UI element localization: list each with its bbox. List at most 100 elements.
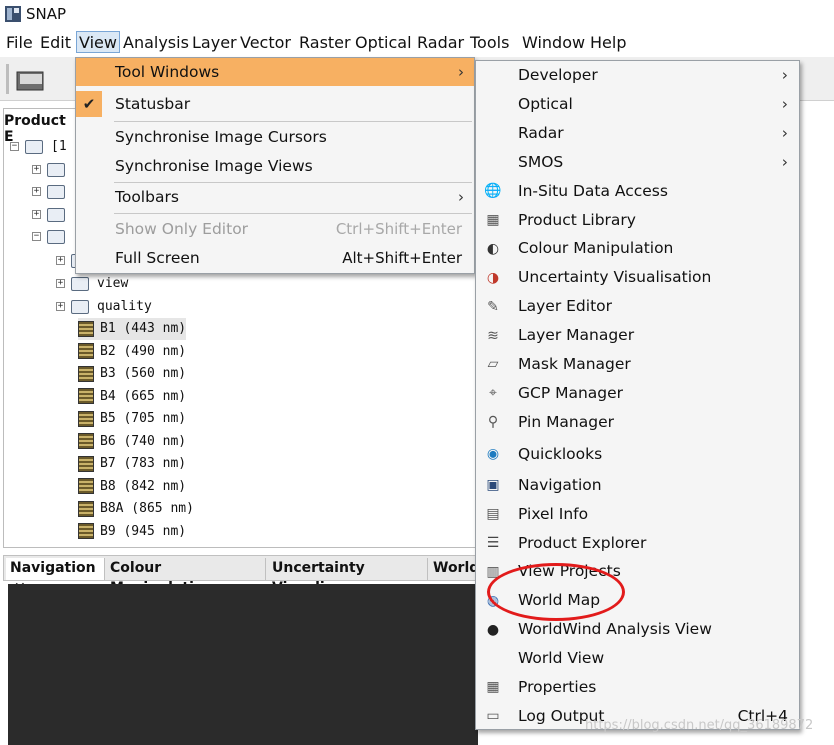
tree-folder-quality[interactable]: + quality [56, 296, 152, 318]
menu-item-label: Tool Windows [115, 63, 220, 81]
tab-colour-manipulation[interactable]: Colour Manipulation [106, 558, 266, 596]
band-icon [78, 455, 94, 472]
menu-item-navigation[interactable]: ▣ Navigation [476, 471, 798, 500]
menu-accelerator: Ctrl+Shift+Enter [335, 220, 462, 238]
pixel-info-icon: ▤ [486, 506, 500, 523]
band-node[interactable]: B8A (865 nm) [78, 498, 194, 520]
band-node[interactable]: B2 (490 nm) [78, 341, 186, 363]
menu-item-pin-manager[interactable]: ⚲ Pin Manager [476, 408, 798, 437]
menu-item-tool-windows[interactable]: Tool Windows › [76, 58, 474, 86]
menu-item-optical[interactable]: Optical › [476, 90, 798, 119]
menu-layer[interactable]: Layer [190, 32, 239, 54]
folder-open-icon [47, 229, 65, 244]
band-icon [78, 478, 94, 494]
navigation-canvas[interactable] [8, 584, 478, 745]
band-node[interactable]: B1 (443 nm) [78, 318, 187, 340]
menu-item-smos[interactable]: SMOS › [476, 148, 798, 177]
tree-folder-view[interactable]: + view [56, 273, 128, 295]
submenu-arrow-icon: › [458, 188, 464, 206]
expand-icon[interactable]: + [56, 279, 65, 288]
menu-item-statusbar[interactable]: Statusbar [76, 90, 474, 118]
band-node[interactable]: B7 (783 nm) [78, 453, 186, 475]
menu-file[interactable]: File [4, 32, 35, 54]
menu-item-radar[interactable]: Radar › [476, 119, 798, 148]
menu-item-label: Pixel Info [518, 504, 589, 523]
tree-folder-expanded[interactable]: − [32, 226, 73, 248]
expand-icon[interactable]: + [32, 210, 41, 219]
folder-label: quality [97, 299, 152, 314]
menu-item-product-library[interactable]: ▦ Product Library [476, 206, 798, 235]
menu-item-in-situ-data-access[interactable]: 🌐 In-Situ Data Access [476, 177, 798, 206]
menu-vector[interactable]: Vector [238, 32, 293, 54]
menu-item-label: Developer [518, 66, 598, 84]
menu-optical[interactable]: Optical [353, 32, 414, 54]
menu-item-full-screen[interactable]: Full Screen Alt+Shift+Enter [76, 244, 474, 272]
menu-item-label: Product Library [518, 210, 636, 229]
tab-navigation[interactable]: Navigation ✕ [6, 558, 105, 596]
product-icon [25, 139, 43, 154]
band-label: B9 (945 nm) [100, 523, 187, 539]
toolbar-grip-and-open-icon[interactable] [5, 62, 53, 96]
menu-item-quicklooks[interactable]: ◉ Quicklooks [476, 437, 798, 471]
menu-window[interactable]: Window [520, 32, 587, 54]
colour-icon: ◐ [486, 240, 500, 257]
menu-item-worldwind-analysis-view[interactable]: ● WorldWind Analysis View [476, 615, 798, 644]
tab-product-explorer[interactable]: Product E [4, 113, 78, 145]
menu-item-label: Show Only Editor [115, 220, 249, 238]
tree-folder-collapsed[interactable]: + [32, 204, 73, 226]
menu-item-pixel-info[interactable]: ▤ Pixel Info [476, 500, 798, 529]
snap-app-icon [5, 6, 21, 22]
menu-item-world-view[interactable]: World View [476, 644, 798, 673]
band-node[interactable]: B9 (945 nm) [78, 521, 186, 543]
layer-editor-icon: ✎ [487, 298, 499, 315]
band-node[interactable]: B4 (665 nm) [78, 386, 186, 408]
menu-item-properties[interactable]: ▦ Properties [476, 673, 798, 702]
submenu-arrow-icon: › [458, 63, 464, 81]
menu-item-gcp-manager[interactable]: ⌖ GCP Manager [476, 379, 798, 408]
band-icon [78, 388, 94, 404]
menu-item-mask-manager[interactable]: ▱ Mask Manager [476, 350, 798, 379]
menu-item-label: Toolbars [115, 188, 179, 206]
expand-icon[interactable]: + [32, 187, 41, 196]
expand-icon[interactable]: + [56, 256, 65, 265]
globe-icon: 🌐 [484, 183, 502, 200]
band-node[interactable]: B5 (705 nm) [78, 408, 186, 430]
eye-icon: ◉ [486, 445, 500, 462]
band-icon [78, 433, 94, 449]
tab-uncertainty-visualisation[interactable]: Uncertainty Visualis··· [268, 558, 428, 596]
expand-icon[interactable]: + [56, 302, 65, 311]
menu-item-uncertainty-visualisation[interactable]: ◑ Uncertainty Visualisation [476, 263, 798, 292]
tab-world[interactable]: World [429, 558, 479, 580]
menu-analysis[interactable]: Analysis [121, 32, 191, 54]
menu-help[interactable]: Help [588, 32, 628, 54]
tree-folder-collapsed[interactable]: + [32, 181, 73, 203]
band-node[interactable]: B8 (842 nm) [78, 476, 186, 498]
collapse-icon[interactable]: − [10, 142, 19, 151]
menu-item-label: Colour Manipulation [518, 239, 674, 258]
menu-item-toolbars[interactable]: Toolbars › [76, 183, 474, 211]
menu-item-product-explorer[interactable]: ☰ Product Explorer [476, 529, 798, 558]
menu-radar[interactable]: Radar [415, 32, 466, 54]
uncertainty-icon: ◑ [486, 269, 500, 286]
band-node[interactable]: B6 (740 nm) [78, 431, 186, 453]
band-label: B4 (665 nm) [100, 388, 187, 404]
menu-item-label: Radar [518, 123, 564, 142]
title-bar [0, 0, 834, 29]
navigation-icon: ▣ [486, 477, 500, 494]
menu-item-sync-cursors[interactable]: Synchronise Image Cursors [76, 123, 474, 151]
menu-item-sync-views[interactable]: Synchronise Image Views [76, 152, 474, 180]
folder-label: view [97, 276, 129, 291]
menu-view[interactable]: View [76, 31, 120, 53]
menu-item-developer[interactable]: Developer › [476, 61, 798, 90]
collapse-icon[interactable]: − [32, 232, 41, 241]
tree-root[interactable]: − [1 [10, 136, 67, 158]
menu-item-layer-manager[interactable]: ≋ Layer Manager [476, 321, 798, 350]
expand-icon[interactable]: + [32, 165, 41, 174]
menu-item-layer-editor[interactable]: ✎ Layer Editor [476, 292, 798, 321]
menu-edit[interactable]: Edit [38, 32, 73, 54]
menu-raster[interactable]: Raster [297, 32, 353, 54]
menu-tools[interactable]: Tools [468, 32, 511, 54]
tree-folder-collapsed[interactable]: + [32, 159, 73, 181]
menu-item-colour-manipulation[interactable]: ◐ Colour Manipulation [476, 234, 798, 263]
band-node[interactable]: B3 (560 nm) [78, 363, 186, 385]
